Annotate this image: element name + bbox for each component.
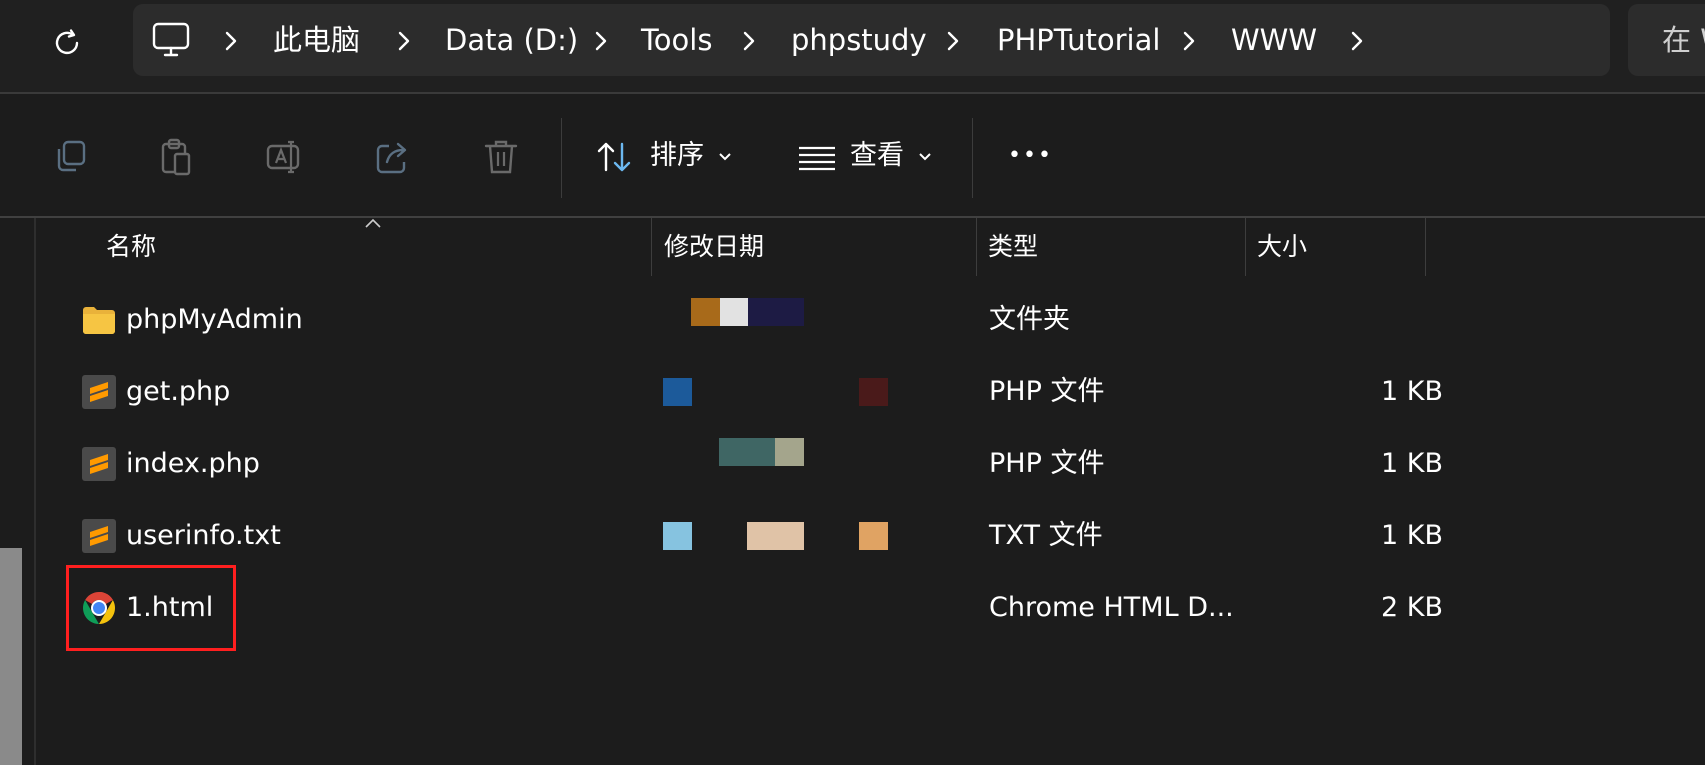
chevron-right-icon bbox=[743, 31, 755, 51]
more-options-button[interactable]: ••• bbox=[1008, 134, 1053, 178]
file-name: userinfo.txt bbox=[126, 520, 281, 551]
file-size: 1 KB bbox=[1381, 376, 1443, 407]
list-item[interactable]: phpMyAdmin 文件夹 bbox=[36, 284, 1705, 356]
sublime-file-icon bbox=[82, 447, 116, 481]
file-type: TXT 文件 bbox=[989, 520, 1103, 551]
column-header-type[interactable]: 类型 bbox=[988, 226, 1038, 268]
file-name: index.php bbox=[126, 448, 260, 479]
list-item[interactable]: 1.html Chrome HTML D... 2 KB bbox=[36, 572, 1705, 644]
sort-icon[interactable] bbox=[594, 136, 636, 178]
list-item[interactable]: index.php PHP 文件 1 KB bbox=[36, 428, 1705, 500]
sort-ascending-icon bbox=[365, 218, 381, 228]
folder-icon bbox=[83, 307, 115, 334]
toolbar-separator bbox=[561, 118, 562, 198]
file-size: 1 KB bbox=[1381, 520, 1443, 551]
chevron-right-icon[interactable] bbox=[1349, 30, 1365, 52]
list-item[interactable]: userinfo.txt TXT 文件 1 KB bbox=[36, 500, 1705, 572]
share-icon[interactable] bbox=[373, 136, 415, 178]
view-button[interactable]: 查看 bbox=[850, 134, 904, 178]
sublime-file-icon bbox=[82, 375, 116, 409]
breadcrumb[interactable]: 此电脑 Data (D:) Tools phpstudy PHPTutorial… bbox=[133, 4, 1610, 76]
list-item[interactable]: get.php PHP 文件 1 KB bbox=[36, 356, 1705, 428]
chevron-right-icon bbox=[398, 31, 410, 51]
chevron-down-icon bbox=[919, 153, 931, 161]
chevron-right-icon bbox=[1183, 31, 1195, 51]
breadcrumb-item-www[interactable]: WWW bbox=[1231, 4, 1317, 76]
sublime-file-icon bbox=[82, 519, 116, 553]
breadcrumb-item-data-drive[interactable]: Data (D:) bbox=[445, 4, 578, 76]
chevron-right-icon bbox=[947, 31, 959, 51]
paste-icon[interactable] bbox=[155, 136, 197, 178]
refresh-button[interactable] bbox=[46, 22, 88, 64]
file-size: 1 KB bbox=[1381, 448, 1443, 479]
command-bar: 排序 查看 ••• bbox=[0, 94, 1705, 216]
column-header-size[interactable]: 大小 bbox=[1257, 226, 1307, 268]
delete-icon[interactable] bbox=[480, 136, 522, 178]
file-type: PHP 文件 bbox=[989, 448, 1105, 479]
chevron-right-icon bbox=[225, 31, 237, 51]
file-size: 2 KB bbox=[1381, 592, 1443, 623]
view-icon[interactable] bbox=[796, 136, 838, 178]
sort-button[interactable]: 排序 bbox=[650, 134, 704, 178]
file-name: get.php bbox=[126, 376, 231, 407]
breadcrumb-item-phptutorial[interactable]: PHPTutorial bbox=[997, 4, 1160, 76]
toolbar-separator bbox=[972, 118, 973, 198]
copy-icon[interactable] bbox=[50, 136, 92, 178]
chevron-right-icon bbox=[595, 31, 607, 51]
file-size bbox=[1303, 284, 1443, 356]
column-divider[interactable] bbox=[1245, 218, 1246, 276]
chevron-down-icon bbox=[719, 153, 731, 161]
search-box[interactable]: 在 W bbox=[1628, 4, 1705, 76]
highlight-box bbox=[66, 565, 236, 651]
column-divider[interactable] bbox=[1425, 218, 1426, 276]
file-name: phpMyAdmin bbox=[126, 304, 303, 335]
rename-icon[interactable] bbox=[264, 136, 306, 178]
breadcrumb-item-this-pc[interactable]: 此电脑 bbox=[273, 4, 360, 76]
column-divider[interactable] bbox=[651, 218, 652, 276]
computer-icon bbox=[152, 22, 190, 57]
file-type: 文件夹 bbox=[989, 304, 1070, 335]
file-type: PHP 文件 bbox=[989, 376, 1105, 407]
scrollbar-thumb[interactable] bbox=[0, 548, 22, 765]
column-divider[interactable] bbox=[976, 218, 977, 276]
toolbar-divider bbox=[0, 216, 1705, 218]
breadcrumb-item-tools[interactable]: Tools bbox=[641, 4, 712, 76]
column-header-modified[interactable]: 修改日期 bbox=[664, 226, 764, 268]
refresh-icon bbox=[55, 29, 79, 55]
breadcrumb-item-phpstudy[interactable]: phpstudy bbox=[791, 4, 927, 76]
file-type: Chrome HTML D... bbox=[989, 592, 1234, 623]
column-header-name[interactable]: 名称 bbox=[106, 226, 156, 268]
